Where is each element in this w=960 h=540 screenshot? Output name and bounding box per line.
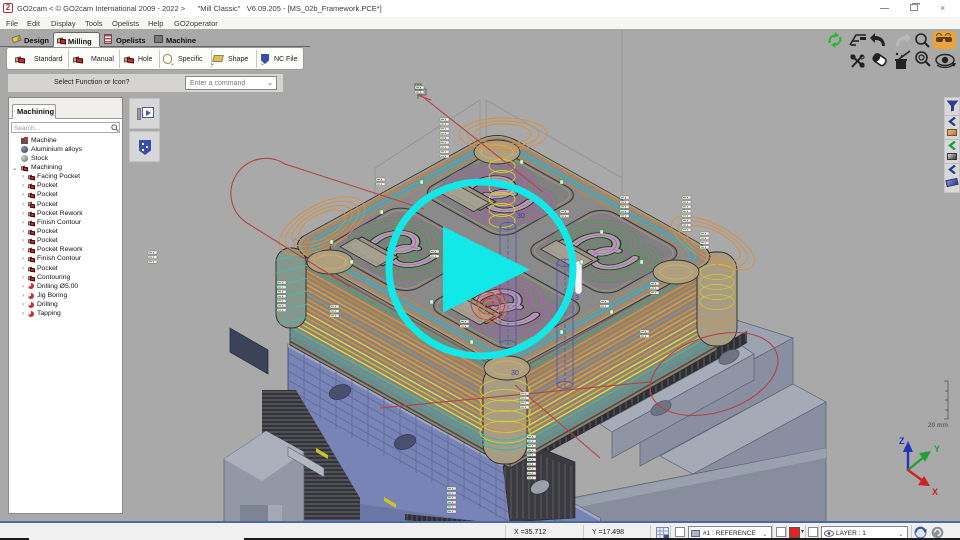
svg-text:30: 30	[517, 213, 525, 220]
svg-text:3: 3	[575, 295, 579, 302]
svg-text:20 mm: 20 mm	[928, 422, 948, 429]
svg-text:Y: Y	[934, 444, 940, 454]
svg-text:30: 30	[511, 370, 519, 377]
svg-text:X: X	[932, 487, 938, 497]
svg-text:Z: Z	[899, 436, 905, 446]
